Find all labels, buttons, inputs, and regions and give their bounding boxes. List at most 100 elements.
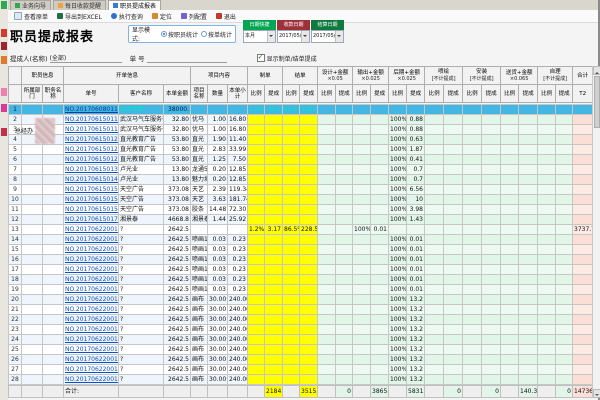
table-row[interactable]: 20NO.20170622001?2642.5画布30.00240.00100%… <box>9 295 593 305</box>
tab-daily-collection-reminder[interactable]: 每日收款提醒 <box>53 0 106 10</box>
table-row[interactable]: 17NO.20170622001?2642.5喷画10.030.23100%0.… <box>9 265 593 275</box>
column-header-20[interactable]: 比例 <box>463 85 482 103</box>
order-filter-input[interactable] <box>147 53 227 63</box>
column-header-11[interactable]: 提成 <box>300 85 318 103</box>
table-row[interactable]: 14NO.20170622001?2642.5喷画10.030.23100%0.… <box>9 235 593 245</box>
order-number-link[interactable]: NO.20170622001 <box>64 375 119 385</box>
sidebar-red-icon[interactable] <box>1 29 7 37</box>
table-row[interactable]: 10NO.20170615015天空广告373.08天艺3.63181.7410… <box>9 195 593 205</box>
column-config-button[interactable]: 列配置 <box>178 10 210 23</box>
table-row[interactable]: 12NO.20170615017湘景泰4668.8湘景泰1.4425.92100… <box>9 215 593 225</box>
date-quick-select[interactable]: 本月 <box>243 30 276 43</box>
scroll-down-arrow-icon[interactable] <box>593 389 600 398</box>
column-header-13[interactable]: 提成 <box>336 85 353 103</box>
tab-business-guide[interactable]: 业务向导 <box>10 0 51 10</box>
table-row[interactable]: 13NO.20170622001?2642.51.2‰3.1786.5‰228.… <box>9 225 593 235</box>
column-header-2[interactable]: 单号 <box>64 85 119 103</box>
sidebar-crimson-icon[interactable] <box>1 128 7 136</box>
table-row[interactable]: 7NO.20170615013卢光业13.80龙通500X500.2012.85… <box>9 165 593 175</box>
table-row[interactable]: 11NO.20170615015天空广告373.08胶条14.4872.3010… <box>9 205 593 215</box>
order-number-link[interactable]: NO.20170615015 <box>64 195 119 205</box>
column-header-4[interactable]: 本单金额 <box>164 85 191 103</box>
table-row[interactable]: 26NO.20170622001?2642.5画布30.00240.00100%… <box>9 355 593 365</box>
column-header-21[interactable]: 提成 <box>482 85 501 103</box>
order-number-link[interactable]: NO.20170615012 <box>64 155 119 165</box>
order-number-link[interactable]: NO.20170622001 <box>64 245 119 255</box>
table-row[interactable]: 9NO.20170615015天空广告373.08天艺2.39119.34100… <box>9 185 593 195</box>
table-row[interactable]: 22NO.20170622001?2642.5画布30.00240.00100%… <box>9 315 593 325</box>
column-header-5[interactable]: 项目名称 <box>191 85 208 103</box>
sidebar-green-icon[interactable] <box>1 1 7 9</box>
sidebar-pink-icon[interactable] <box>1 88 7 96</box>
order-number-link[interactable]: NO.20170615012 <box>64 135 119 145</box>
column-header-25[interactable]: 提成 <box>556 85 573 103</box>
column-header-7[interactable]: 本单小计 <box>228 85 248 103</box>
table-row[interactable]: 6NO.20170615012直光教育广告53.80直光1.257.50100%… <box>9 155 593 165</box>
locate-button[interactable]: 定位 <box>149 10 175 23</box>
order-number-link[interactable]: NO.20170622001 <box>64 265 119 275</box>
order-number-link[interactable]: NO.20170622001 <box>64 335 119 345</box>
table-row[interactable]: 25NO.20170622001?2642.5画布30.00240.00100%… <box>9 345 593 355</box>
order-number-link[interactable]: NO.20170615015 <box>64 205 119 215</box>
table-row[interactable]: 19NO.20170622001?2642.5喷画10.030.23100%0.… <box>9 285 593 295</box>
table-row[interactable]: 8NO.20170615014卢光业13.80魅力城0.2012.85100%0… <box>9 175 593 185</box>
table-row[interactable]: 27NO.20170622001?2642.5画布30.00240.00100%… <box>9 365 593 375</box>
order-number-link[interactable]: NO.20170622001 <box>64 255 119 265</box>
table-row[interactable]: 15NO.20170622001?2642.5喷画10.030.23100%0.… <box>9 245 593 255</box>
order-number-link[interactable]: NO.20170622001 <box>64 285 119 295</box>
table-row[interactable]: 1NO.20170608011综合项目38000.1.2‰45.686.5‰32… <box>9 105 593 115</box>
order-number-link[interactable]: NO.20170615017 <box>64 215 119 225</box>
order-number-link[interactable]: NO.20170615013 <box>64 165 119 175</box>
column-header-26[interactable]: T2 <box>573 85 593 103</box>
order-number-link[interactable]: NO.20170622001 <box>64 355 119 365</box>
table-row[interactable]: 3NO.20170615011武汉马气车服务有32.80优马1.0016.801… <box>9 125 593 135</box>
table-row[interactable]: 16NO.20170622001?2642.5喷画10.030.23100%0.… <box>9 255 593 265</box>
date-from-select[interactable]: 2017/05/01 <box>277 30 310 43</box>
column-header-8[interactable]: 比例 <box>248 85 265 103</box>
tab-staff-commission-report[interactable]: 职员提成报表 <box>108 0 161 10</box>
column-header-17[interactable]: 提成 <box>407 85 425 103</box>
sidebar-orange-icon[interactable] <box>1 56 7 64</box>
table-row[interactable]: 21NO.20170622001?2642.5画布30.00240.00100%… <box>9 305 593 315</box>
column-header-6[interactable]: 数量 <box>208 85 228 103</box>
order-number-link[interactable]: NO.20170622001 <box>64 365 119 375</box>
order-number-link[interactable]: NO.20170615011 <box>64 125 119 135</box>
column-header-14[interactable]: 比例 <box>353 85 371 103</box>
order-number-link[interactable]: NO.20170622001 <box>64 305 119 315</box>
order-number-link[interactable]: NO.20170622001 <box>64 225 119 235</box>
order-number-link[interactable]: NO.20170622001 <box>64 345 119 355</box>
vertical-scrollbar[interactable] <box>592 66 600 398</box>
column-header-9[interactable]: 提成 <box>265 85 283 103</box>
column-header-16[interactable]: 比例 <box>389 85 407 103</box>
table-row[interactable]: 24NO.20170622001?2642.5画布30.00240.00100%… <box>9 335 593 345</box>
column-header-10[interactable]: 比例 <box>283 85 300 103</box>
order-number-link[interactable]: NO.20170615012 <box>64 145 119 155</box>
column-header-22[interactable]: 比例 <box>501 85 519 103</box>
column-header-19[interactable]: 提成 <box>444 85 463 103</box>
column-header-15[interactable]: 提成 <box>371 85 389 103</box>
radio-by-order[interactable]: 按单统计 <box>201 30 232 39</box>
table-row[interactable]: 4NO.20170615012直光教育广告53.80直光1.9011.40100… <box>9 135 593 145</box>
sidebar-magenta-icon[interactable] <box>1 104 7 112</box>
order-number-link[interactable]: NO.20170608011 <box>64 105 119 115</box>
export-excel-button[interactable]: 导出到EXCEL <box>54 10 105 23</box>
order-number-link[interactable]: NO.20170615015 <box>64 185 119 195</box>
run-query-button[interactable]: 执行查询 <box>108 10 146 23</box>
order-number-link[interactable]: NO.20170615014 <box>64 175 119 185</box>
order-number-link[interactable]: NO.20170615011 <box>64 115 119 125</box>
date-to-select[interactable]: 2017/05/27 <box>311 30 344 43</box>
column-header-0[interactable]: 所属部门 <box>22 85 43 103</box>
column-header-12[interactable]: 比例 <box>318 85 336 103</box>
column-header-24[interactable]: 比例 <box>538 85 556 103</box>
order-number-link[interactable]: NO.20170622001 <box>64 325 119 335</box>
table-row[interactable]: 2NO.20170615011武汉马气车服务有32.80优马1.0016.801… <box>9 115 593 125</box>
column-header-18[interactable]: 比例 <box>425 85 444 103</box>
scroll-up-arrow-icon[interactable] <box>593 66 600 75</box>
table-row[interactable]: 5NO.20170615012直光教育广告53.80直光2.8333.99100… <box>9 145 593 155</box>
sidebar-maroon-icon[interactable] <box>1 42 7 50</box>
exit-button[interactable]: 退出 <box>213 10 239 23</box>
column-header-23[interactable]: 提成 <box>519 85 538 103</box>
radio-by-staff[interactable]: 按职员统计 <box>161 30 198 39</box>
person-filter-input[interactable]: (全部) <box>50 53 122 63</box>
column-header-1[interactable]: 职务名称 <box>43 85 64 103</box>
